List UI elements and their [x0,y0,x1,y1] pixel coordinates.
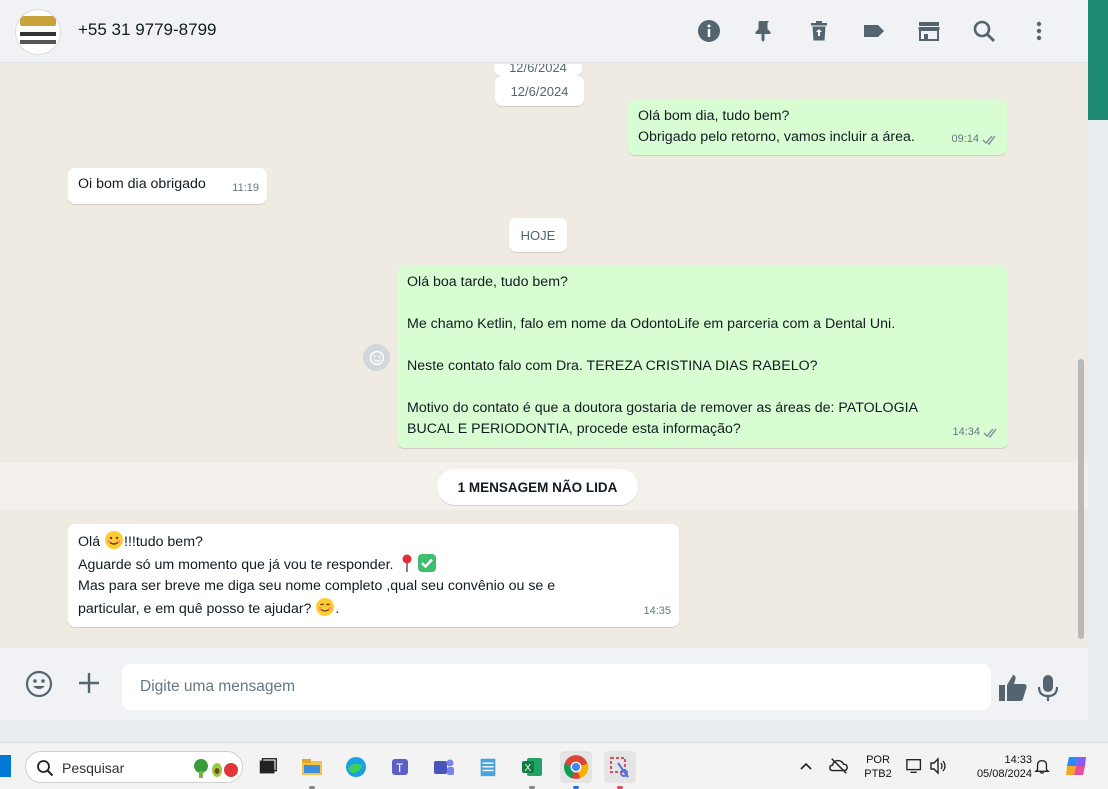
menu-icon[interactable] [1011,14,1066,48]
excel-icon[interactable]: X [516,751,548,789]
search-icon[interactable] [956,14,1011,48]
contact-avatar[interactable] [15,9,61,55]
svg-text:T: T [396,761,404,775]
whatsapp-window: +55 31 9779-8799 12/6/2024 12/6/2024 Olá… [0,0,1088,720]
delete-icon[interactable] [791,14,846,48]
snipping-tool-icon[interactable] [604,751,636,789]
scrollbar[interactable] [1078,359,1084,639]
file-explorer-icon[interactable] [296,751,328,789]
reaction-smiley-icon[interactable] [363,344,390,371]
search-icon [37,760,54,777]
info-icon[interactable] [681,14,736,48]
chat-header: +55 31 9779-8799 [0,0,1088,63]
composer [0,648,1088,720]
blushing-face-emoji-icon [316,598,335,616]
network-icon[interactable] [906,757,924,780]
message-incoming[interactable]: Oi bom dia obrigado 11:19 [68,168,267,204]
label-icon[interactable] [846,14,901,48]
pin-icon[interactable] [736,14,791,48]
message-list[interactable]: 12/6/2024 12/6/2024 Olá bom dia, tudo be… [0,64,1088,648]
store-icon[interactable] [901,14,956,48]
chrome-icon[interactable] [560,751,592,789]
date-divider-partial: 12/6/2024 [494,64,582,76]
notepad-icon[interactable] [472,751,504,783]
double-check-icon [982,135,996,145]
taskbar-search[interactable]: Pesquisar [25,751,243,783]
window-edge [1088,0,1108,720]
pushpin-emoji-icon [402,554,412,572]
message-outgoing[interactable]: Olá boa tarde, tudo bem? Me chamo Ketlin… [397,266,1008,448]
microphone-icon[interactable] [1036,674,1060,702]
check-mark-emoji-icon [418,554,437,572]
notification-bell-icon[interactable] [1034,757,1050,780]
task-view-icon[interactable] [252,751,284,783]
taskbar: Pesquisar T X POR PTB2 14:33 05/08/2024 [0,742,1108,789]
message-outgoing[interactable]: Olá bom dia, tudo bem? Obrigado pelo ret… [628,100,1007,155]
clock[interactable]: 14:33 05/08/2024 [958,753,1032,781]
tray-chevron-up-icon[interactable] [799,759,813,778]
smiling-face-emoji-icon [105,531,124,549]
message-incoming[interactable]: Olá !!!tudo bem? Aguarde só um momento q… [68,524,679,627]
copilot-icon[interactable] [1064,753,1090,784]
thumbs-up-icon[interactable] [998,674,1028,702]
attach-plus-icon[interactable] [76,670,102,696]
today-divider: HOJE [509,218,567,252]
edge-icon[interactable] [340,751,372,783]
contact-name[interactable]: +55 31 9779-8799 [78,20,217,40]
unread-divider: 1 MENSAGEM NÃO LIDA [437,469,638,505]
svg-text:X: X [525,763,532,774]
keyboard-language[interactable]: POR PTB2 [860,753,896,781]
emoji-icon[interactable] [25,670,53,698]
double-check-icon [983,428,997,438]
volume-icon[interactable] [929,757,947,780]
date-divider: 12/6/2024 [495,76,584,106]
teams-icon[interactable] [428,751,460,783]
onedrive-offline-icon[interactable] [829,756,849,781]
vegetables-icon [194,759,238,778]
message-input[interactable] [122,664,991,710]
teams-chat-icon[interactable]: T [384,751,416,783]
windows-start-icon[interactable] [0,755,11,777]
